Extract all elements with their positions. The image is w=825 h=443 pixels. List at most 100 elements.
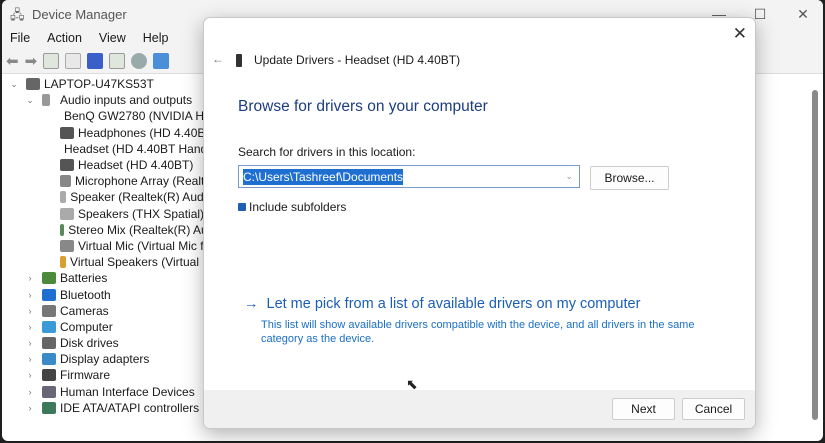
tree-category[interactable]: › IDE ATA/ATAPI controllers — [2, 400, 217, 416]
category-icon — [42, 337, 56, 350]
category-icon — [42, 320, 56, 333]
tree-label: LAPTOP-U47KS53T — [44, 77, 154, 92]
menu-view[interactable]: View — [99, 31, 126, 45]
computer-icon — [26, 78, 40, 91]
audio-device-icon — [60, 256, 67, 269]
include-subfolders-label: Include subfolders — [249, 200, 347, 214]
audio-device-icon — [60, 126, 74, 139]
tree-category[interactable]: › Batteries — [2, 270, 217, 286]
tree-category[interactable]: › Display adapters — [2, 351, 217, 367]
dialog-heading: Browse for drivers on your computer — [238, 98, 488, 115]
category-icon — [42, 401, 56, 414]
tree-label: Batteries — [60, 271, 108, 286]
tree-label: Microphone Array (Realtek — [74, 174, 217, 189]
tree-label: Speaker (Realtek(R) Audio) — [70, 190, 217, 205]
category-icon — [42, 272, 56, 285]
search-location-input[interactable]: C:\Users\Tashreef\Documents ⌄ — [238, 165, 580, 188]
scrollbar[interactable] — [811, 76, 819, 426]
update-icon[interactable] — [65, 52, 82, 69]
pick-driver-link[interactable]: → Let me pick from a list of available dr… — [244, 296, 640, 312]
tree-category[interactable]: › Disk drives — [2, 335, 217, 351]
pick-driver-link-text[interactable]: Let me pick from a list of available dri… — [267, 296, 641, 312]
back-arrow-icon[interactable]: ⬅ — [6, 52, 19, 70]
tree-label: Human Interface Devices — [60, 384, 195, 399]
pick-driver-description: This list will show available drivers co… — [261, 319, 695, 345]
search-location-label: Search for drivers in this location: — [238, 145, 416, 159]
tree-item-audio-device[interactable]: Headset (HD 4.40BT) — [2, 157, 217, 173]
audio-device-icon — [60, 223, 65, 236]
tree-label: Bluetooth — [60, 287, 111, 302]
dialog-footer: Next Cancel — [204, 390, 755, 428]
help-icon[interactable] — [87, 52, 104, 69]
category-icon — [42, 385, 56, 398]
view-icon[interactable] — [109, 52, 126, 69]
tree-label: Headset (HD 4.40BT Hands- — [64, 141, 218, 156]
tree-item-audio-device[interactable]: Headset (HD 4.40BT Hands- — [2, 141, 217, 157]
monitor-icon[interactable] — [153, 52, 170, 69]
tree-item-audio-device[interactable]: Virtual Speakers (Virtual Sp — [2, 254, 217, 270]
category-icon — [42, 304, 56, 317]
tree-item-audio-device[interactable]: Speaker (Realtek(R) Audio) — [2, 189, 217, 205]
tree-category[interactable]: › Bluetooth — [2, 286, 217, 302]
menu-file[interactable]: File — [10, 31, 30, 45]
tree-item-audio-device[interactable]: Microphone Array (Realtek — [2, 173, 217, 189]
tree-label: Firmware — [60, 368, 110, 383]
tree-category[interactable]: › Firmware — [2, 367, 217, 383]
browse-button[interactable]: Browse... — [590, 166, 669, 190]
tree-label: Cameras — [60, 303, 109, 318]
tree-category[interactable]: › Human Interface Devices — [2, 384, 217, 400]
checkbox-checked-icon[interactable] — [238, 203, 246, 211]
dialog-title-text: Update Drivers - Headset (HD 4.40BT) — [254, 53, 461, 67]
forward-arrow-icon[interactable]: ➡ — [25, 52, 38, 70]
update-drivers-dialog: ✕ ← Update Drivers - Headset (HD 4.40BT)… — [203, 17, 756, 429]
arrow-right-icon: → — [244, 296, 259, 312]
tree-label: Headset (HD 4.40BT) — [78, 158, 194, 173]
tree-audio[interactable]: ⌄ Audio inputs and outputs — [2, 92, 217, 108]
device-tree: ⌄ LAPTOP-U47KS53T ⌄ Audio inputs and outpu… — [2, 76, 221, 416]
speaker-icon — [42, 94, 50, 107]
properties-icon[interactable] — [43, 52, 60, 69]
tree-label: Display adapters — [60, 352, 150, 367]
tree-label: BenQ GW2780 (NVIDIA High — [64, 109, 221, 124]
cancel-button[interactable]: Cancel — [682, 398, 745, 420]
audio-device-icon — [60, 207, 74, 220]
tree-label: Virtual Speakers (Virtual Sp — [70, 255, 217, 270]
category-icon — [42, 369, 56, 382]
tree-root[interactable]: ⌄ LAPTOP-U47KS53T — [2, 76, 217, 92]
tree-item-audio-device[interactable]: Stereo Mix (Realtek(R) Audi — [2, 222, 217, 238]
audio-device-icon — [60, 239, 74, 252]
tree-label: IDE ATA/ATAPI controllers — [60, 400, 200, 415]
back-button[interactable]: ← — [212, 52, 224, 66]
menu-help[interactable]: Help — [143, 31, 169, 45]
audio-device-icon — [60, 191, 67, 204]
category-icon — [42, 353, 56, 366]
tree-label: Speakers (THX Spatial) — [78, 206, 205, 221]
tree-label: Audio inputs and outputs — [60, 93, 193, 108]
path-value: C:\Users\Tashreef\Documents — [243, 168, 404, 185]
audio-device-icon — [60, 159, 74, 172]
close-window-button[interactable]: ✕ — [783, 0, 823, 28]
include-subfolders-checkbox[interactable]: Include subfolders — [238, 200, 346, 214]
tree-label: Stereo Mix (Realtek(R) Audi — [68, 222, 217, 237]
tree-item-audio-device[interactable]: Speakers (THX Spatial) — [2, 206, 217, 222]
device-manager-icon: 🖧 — [10, 7, 25, 22]
dialog-close-button[interactable]: ✕ — [733, 24, 747, 44]
tree-label: Virtual Mic (Virtual Mic for — [78, 238, 215, 253]
tree-item-audio-device[interactable]: Headphones (HD 4.40BT) — [2, 125, 217, 141]
tree-category[interactable]: › Computer — [2, 319, 217, 335]
next-button[interactable]: Next — [612, 398, 675, 420]
chevron-down-icon[interactable]: ⌄ — [565, 171, 573, 182]
scrollbar-thumb[interactable] — [812, 90, 818, 420]
tree-item-audio-device[interactable]: Virtual Mic (Virtual Mic for — [2, 238, 217, 254]
tree-category[interactable]: › Cameras — [2, 303, 217, 319]
tree-label: Computer — [60, 319, 113, 334]
category-icon — [42, 288, 56, 301]
menu-action[interactable]: Action — [47, 31, 82, 45]
audio-device-icon — [60, 175, 71, 188]
scan-hardware-icon[interactable] — [131, 52, 148, 69]
window-title: Device Manager — [32, 6, 127, 22]
headset-icon — [236, 53, 242, 67]
tree-item-audio-device[interactable]: BenQ GW2780 (NVIDIA High — [2, 108, 221, 124]
tree-label: Headphones (HD 4.40BT) — [78, 125, 217, 140]
tree-label: Disk drives — [60, 336, 119, 351]
